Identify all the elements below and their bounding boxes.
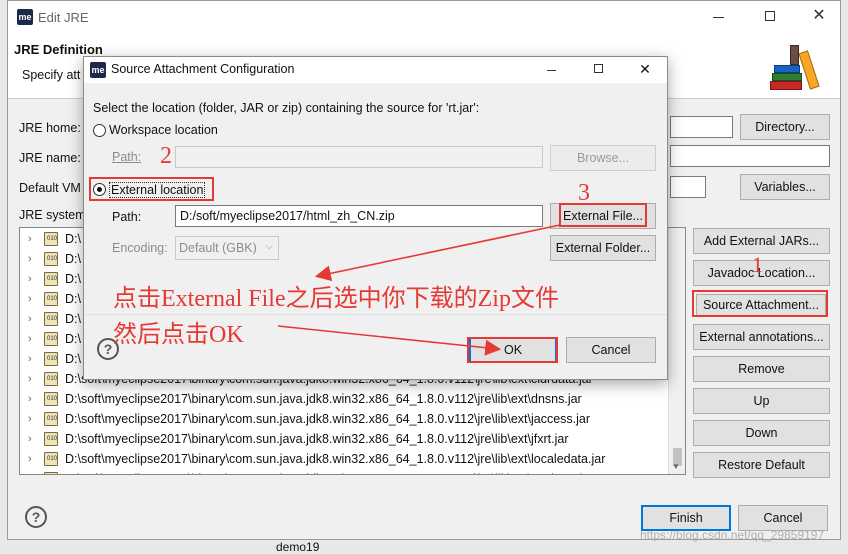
arrow-to-instruction (314, 224, 561, 282)
annotation-arrows (277, 224, 561, 356)
arrow-to-ok (277, 325, 502, 356)
